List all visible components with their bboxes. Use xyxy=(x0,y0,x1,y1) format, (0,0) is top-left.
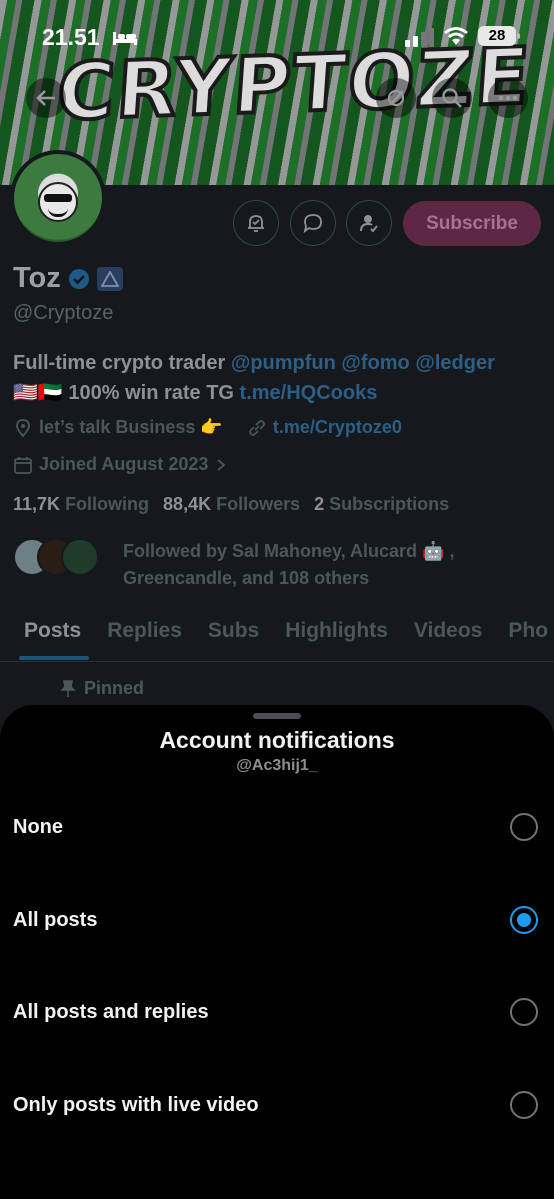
profile-bio: Full-time crypto trader @pumpfun @fomo @… xyxy=(13,348,548,408)
option-live-video[interactable]: Only posts with live video xyxy=(0,1065,554,1145)
followers-label: Followers xyxy=(216,494,301,514)
option-all-posts-and-replies[interactable]: All posts and replies xyxy=(0,972,554,1052)
meta-row-location: let’s talk Business 👉 t.me/Cryptoze0 xyxy=(13,417,402,438)
bio-mentions-link[interactable]: @pumpfun @fomo @ledger xyxy=(231,352,495,374)
bio-flags: 🇺🇸🇦🇪 xyxy=(13,382,63,404)
cellular-signal-icon xyxy=(405,28,434,47)
location-pin-icon xyxy=(16,418,30,437)
pinned-text: Pinned xyxy=(84,678,145,698)
tab-subs[interactable]: Subs xyxy=(195,608,272,661)
location-text: let’s talk Business 👉 xyxy=(39,417,223,437)
follow-status-button[interactable] xyxy=(346,200,392,246)
grok-icon xyxy=(387,89,405,107)
back-button[interactable] xyxy=(26,78,66,118)
bio-text-2: 100% win rate TG xyxy=(62,382,240,404)
verified-badge-icon[interactable] xyxy=(67,267,91,291)
message-button[interactable] xyxy=(290,200,336,246)
search-icon xyxy=(442,88,462,108)
option-all-posts[interactable]: All posts xyxy=(0,880,554,960)
subscriptions-label: Subscriptions xyxy=(329,494,450,514)
active-tab-indicator xyxy=(19,656,89,660)
bio-text: Full-time crypto trader xyxy=(13,352,231,374)
radio-none[interactable] xyxy=(510,813,538,841)
tab-posts[interactable]: Posts xyxy=(0,608,94,661)
account-notifications-sheet: Account notifications @Ac3hij1_ None All… xyxy=(0,705,554,1199)
follower-avatar xyxy=(61,538,99,576)
option-label: None xyxy=(13,815,63,838)
sheet-subtitle: @Ac3hij1_ xyxy=(236,757,318,774)
option-label: Only posts with live video xyxy=(13,1093,259,1116)
followers-count: 88,4K xyxy=(163,494,212,514)
option-label: All posts and replies xyxy=(13,1000,209,1023)
profile-avatar[interactable] xyxy=(10,150,106,246)
wifi-icon xyxy=(444,27,468,45)
notifications-button[interactable] xyxy=(233,200,279,246)
radio-all-posts[interactable] xyxy=(510,906,538,934)
radio-all-posts-and-replies[interactable] xyxy=(510,998,538,1026)
bell-check-icon xyxy=(248,215,264,232)
tab-highlights[interactable]: Highlights xyxy=(272,608,401,661)
pinned-label-row: Pinned xyxy=(60,678,144,699)
option-label: All posts xyxy=(13,908,98,931)
radio-live-video[interactable] xyxy=(510,1091,538,1119)
tab-replies[interactable]: Replies xyxy=(94,608,195,661)
follow-counts: 11,7K Following 88,4K Followers 2 Subscr… xyxy=(13,494,449,515)
following-label: Following xyxy=(65,494,150,514)
profile-handle: @Cryptoze xyxy=(13,302,114,324)
subscriptions-count-link[interactable]: 2 Subscriptions xyxy=(314,494,449,515)
followers-count-link[interactable]: 88,4K Followers xyxy=(163,494,300,515)
battery-indicator: 28 xyxy=(478,26,520,46)
following-count-link[interactable]: 11,7K Following xyxy=(13,494,149,515)
sheet-grabber[interactable] xyxy=(253,713,301,719)
more-button[interactable] xyxy=(488,78,528,118)
chevron-right-icon xyxy=(217,458,226,471)
tab-videos[interactable]: Videos xyxy=(401,608,495,661)
option-none[interactable]: None xyxy=(0,787,554,867)
grok-button[interactable] xyxy=(376,78,416,118)
following-count: 11,7K xyxy=(13,494,61,514)
followed-by-text: Followed by Sal Mahoney, Alucard 🤖 , Gre… xyxy=(123,541,455,588)
status-time: 21.51 xyxy=(42,24,100,50)
person-check-icon xyxy=(360,215,378,233)
link-icon xyxy=(248,419,265,436)
sheet-title: Account notifications xyxy=(159,727,395,753)
follower-avatars xyxy=(13,538,99,592)
name-row: Toz xyxy=(13,262,123,295)
chat-bubble-icon xyxy=(303,214,322,234)
profile-tabs: Posts Replies Subs Highlights Videos Pho xyxy=(0,608,554,662)
back-arrow-icon xyxy=(36,90,55,106)
subscriptions-count: 2 xyxy=(314,494,325,514)
tab-photos[interactable]: Pho xyxy=(495,608,554,661)
display-name: Toz xyxy=(13,262,61,294)
affiliate-badge-icon[interactable] xyxy=(96,266,123,291)
pin-icon xyxy=(60,679,76,697)
meta-row-joined[interactable]: Joined August 2023 xyxy=(13,454,228,475)
calendar-icon xyxy=(14,456,32,474)
status-bar: 21.51 28 xyxy=(0,0,554,72)
bio-tg-link[interactable]: t.me/HQCooks xyxy=(240,382,378,404)
search-button[interactable] xyxy=(432,78,472,118)
subscribe-button[interactable]: Subscribe xyxy=(403,201,541,246)
avatar-troll-face xyxy=(38,182,78,222)
website-link[interactable]: t.me/Cryptoze0 xyxy=(273,417,402,438)
joined-text: Joined August 2023 xyxy=(39,454,209,474)
more-dots-icon xyxy=(498,95,518,101)
sleep-focus-icon xyxy=(113,32,137,45)
followed-by-row[interactable]: Followed by Sal Mahoney, Alucard 🤖 , Gre… xyxy=(13,538,483,592)
